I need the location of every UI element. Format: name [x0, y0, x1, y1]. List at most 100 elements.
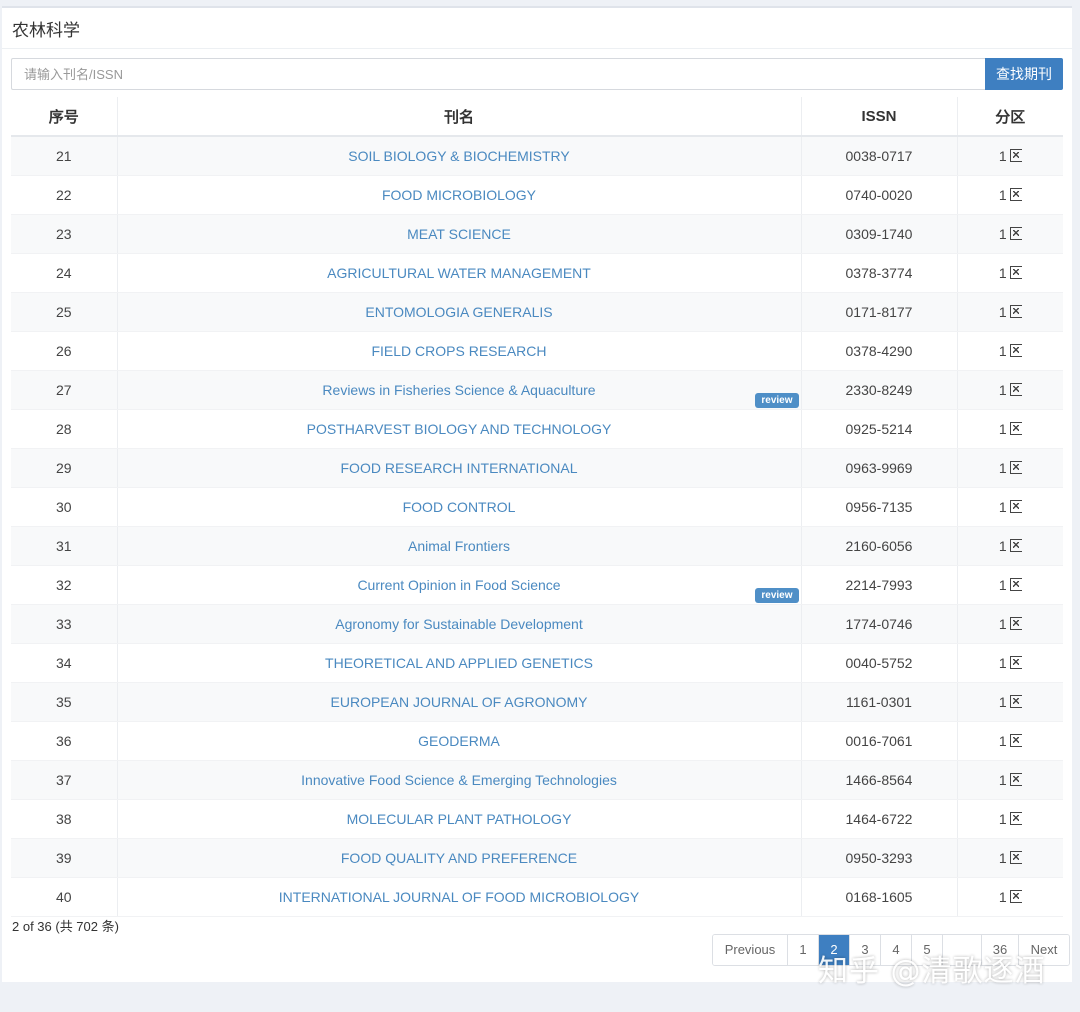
journal-name-cell: POSTHARVEST BIOLOGY AND TECHNOLOGY: [117, 409, 802, 449]
zone-value: 1: [998, 421, 1007, 437]
issn-cell: 1161-0301: [801, 682, 958, 722]
journal-name-cell: Agronomy for Sustainable Development: [117, 604, 802, 644]
zone-value: 1: [998, 382, 1007, 398]
zone-char-icon: [1009, 578, 1022, 591]
zone-cell: 1: [957, 799, 1063, 839]
zone-cell: 1: [957, 370, 1063, 410]
review-badge: review: [755, 588, 799, 603]
row-index: 39: [11, 838, 118, 878]
zone-cell: 1: [957, 409, 1063, 449]
zone-value: 1: [998, 187, 1007, 203]
journal-name-link[interactable]: FOOD CONTROL: [403, 499, 516, 515]
table-row: 27 Reviews in Fisheries Science & Aquacul…: [11, 370, 1063, 410]
zone-char-icon: [1009, 383, 1022, 396]
previous-page-button[interactable]: Previous: [713, 935, 788, 965]
issn-cell: 0168-1605: [801, 877, 958, 917]
journal-name-link[interactable]: MOLECULAR PLANT PATHOLOGY: [347, 811, 572, 827]
journal-name-link[interactable]: GEODERMA: [418, 733, 500, 749]
journal-name-cell: AGRICULTURAL WATER MANAGEMENT: [117, 253, 802, 293]
pagination-summary: 2 of 36 (共 702 条): [12, 919, 119, 934]
zone-value: 1: [998, 265, 1007, 281]
zone-value: 1: [998, 889, 1007, 905]
journal-name-link[interactable]: FOOD QUALITY AND PREFERENCE: [341, 850, 577, 866]
journal-name-cell: GEODERMA: [117, 721, 802, 761]
row-index: 38: [11, 799, 118, 839]
issn-cell: 0016-7061: [801, 721, 958, 761]
header-index: 序号: [11, 97, 118, 137]
zone-value: 1: [998, 811, 1007, 827]
journal-name-link[interactable]: Reviews in Fisheries Science & Aquacultu…: [322, 382, 595, 398]
zone-value: 1: [998, 304, 1007, 320]
issn-cell: 0309-1740: [801, 214, 958, 254]
journal-name-link[interactable]: THEORETICAL AND APPLIED GENETICS: [325, 655, 593, 671]
journal-name-link[interactable]: ENTOMOLOGIA GENERALIS: [365, 304, 552, 320]
table-row: 22 FOOD MICROBIOLOGY 0740-0020 1: [11, 175, 1063, 215]
journal-name-link[interactable]: POSTHARVEST BIOLOGY AND TECHNOLOGY: [307, 421, 612, 437]
journal-name-link[interactable]: AGRICULTURAL WATER MANAGEMENT: [327, 265, 591, 281]
page-1-button[interactable]: 1: [788, 935, 819, 965]
search-journal-button[interactable]: 查找期刊: [985, 58, 1063, 90]
zone-cell: 1: [957, 253, 1063, 293]
row-index: 23: [11, 214, 118, 254]
journal-name-link[interactable]: FOOD RESEARCH INTERNATIONAL: [341, 460, 578, 476]
table-row: 35 EUROPEAN JOURNAL OF AGRONOMY 1161-0301 1: [11, 682, 1063, 722]
zone-cell: 1: [957, 877, 1063, 917]
journal-name-link[interactable]: INTERNATIONAL JOURNAL OF FOOD MICROBIOLO…: [279, 889, 639, 905]
journal-name-link[interactable]: SOIL BIOLOGY & BIOCHEMISTRY: [348, 148, 569, 164]
table-row: 31 Animal Frontiers 2160-6056 1: [11, 526, 1063, 566]
row-index: 29: [11, 448, 118, 488]
zone-value: 1: [998, 733, 1007, 749]
zone-cell: 1: [957, 682, 1063, 722]
header-journal-name: 刊名: [117, 97, 802, 137]
header-zone: 分区: [957, 97, 1063, 137]
journal-name-link[interactable]: FIELD CROPS RESEARCH: [371, 343, 546, 359]
journal-name-link[interactable]: MEAT SCIENCE: [407, 226, 511, 242]
zone-char-icon: [1009, 851, 1022, 864]
row-index: 27: [11, 370, 118, 410]
zone-value: 1: [998, 460, 1007, 476]
issn-cell: 0378-3774: [801, 253, 958, 293]
journal-name-link[interactable]: Agronomy for Sustainable Development: [335, 616, 582, 632]
category-title: 农林科学: [12, 21, 80, 40]
table-row: 29 FOOD RESEARCH INTERNATIONAL 0963-9969 1: [11, 448, 1063, 488]
zone-value: 1: [998, 148, 1007, 164]
issn-cell: 2330-8249: [801, 370, 958, 410]
journal-name-link[interactable]: EUROPEAN JOURNAL OF AGRONOMY: [331, 694, 588, 710]
journal-name-link[interactable]: Innovative Food Science & Emerging Techn…: [301, 772, 617, 788]
issn-cell: 0956-7135: [801, 487, 958, 527]
row-index: 35: [11, 682, 118, 722]
zone-value: 1: [998, 538, 1007, 554]
zone-cell: 1: [957, 526, 1063, 566]
issn-cell: 1466-8564: [801, 760, 958, 800]
row-index: 34: [11, 643, 118, 683]
zone-char-icon: [1009, 617, 1022, 630]
zone-char-icon: [1009, 266, 1022, 279]
journal-name-link[interactable]: Current Opinion in Food Science: [357, 577, 560, 593]
zone-cell: 1: [957, 214, 1063, 254]
row-index: 37: [11, 760, 118, 800]
zone-cell: 1: [957, 604, 1063, 644]
zone-value: 1: [998, 343, 1007, 359]
issn-cell: 0040-5752: [801, 643, 958, 683]
journal-name-cell: FIELD CROPS RESEARCH: [117, 331, 802, 371]
zone-cell: 1: [957, 448, 1063, 488]
journal-name-cell: INTERNATIONAL JOURNAL OF FOOD MICROBIOLO…: [117, 877, 802, 917]
issn-cell: 2214-7993: [801, 565, 958, 605]
zone-cell: 1: [957, 331, 1063, 371]
journal-name-link[interactable]: FOOD MICROBIOLOGY: [382, 187, 536, 203]
zone-cell: 1: [957, 721, 1063, 761]
issn-cell: 1464-6722: [801, 799, 958, 839]
zone-value: 1: [998, 850, 1007, 866]
zone-char-icon: [1009, 422, 1022, 435]
journal-name-link[interactable]: Animal Frontiers: [408, 538, 510, 554]
row-index: 28: [11, 409, 118, 449]
issn-cell: 0038-0717: [801, 136, 958, 176]
zone-cell: 1: [957, 136, 1063, 176]
search-input[interactable]: [11, 58, 985, 90]
zone-char-icon: [1009, 500, 1022, 513]
table-row: 33 Agronomy for Sustainable Development 17…: [11, 604, 1063, 644]
zone-char-icon: [1009, 305, 1022, 318]
table-row: 40 INTERNATIONAL JOURNAL OF FOOD MICROBIO…: [11, 877, 1063, 917]
table-row: 32 Current Opinion in Food Science review 2…: [11, 565, 1063, 605]
zone-char-icon: [1009, 773, 1022, 786]
